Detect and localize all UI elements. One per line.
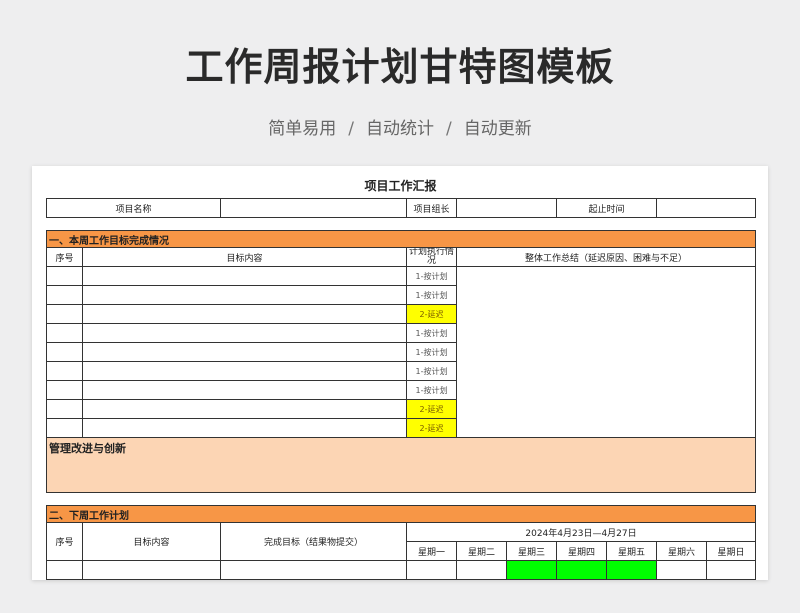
- date-range: 2024年4月23日—4月27日: [405, 522, 757, 542]
- status-cell-delayed[interactable]: 2-延迟: [406, 304, 457, 324]
- status-cell[interactable]: 1-按计划: [406, 380, 457, 400]
- weekday-fri: 星期五: [606, 541, 657, 561]
- weekday-wed: 星期三: [506, 541, 557, 561]
- row-no[interactable]: [46, 323, 83, 343]
- col-status: 计划执行情况: [406, 247, 457, 267]
- gantt-cell-sat[interactable]: [656, 560, 707, 580]
- feature-2: 自动统计: [366, 119, 434, 139]
- feature-1: 简单易用: [268, 119, 337, 139]
- row-content[interactable]: [82, 399, 407, 419]
- row-content[interactable]: [82, 304, 407, 324]
- row-no[interactable]: [46, 304, 83, 324]
- row-no[interactable]: [46, 266, 83, 286]
- row-no[interactable]: [46, 399, 83, 419]
- status-cell[interactable]: 1-按计划: [406, 342, 457, 362]
- section2-title: 二、下周工作计划: [45, 505, 757, 523]
- col-no: 序号: [46, 247, 83, 267]
- leader-label: 项目组长: [406, 198, 457, 218]
- row-content[interactable]: [82, 285, 407, 305]
- status-cell[interactable]: 1-按计划: [406, 285, 457, 305]
- status-cell[interactable]: 1-按计划: [406, 323, 457, 343]
- improvement-cell[interactable]: 管理改进与创新: [46, 437, 756, 493]
- col-content: 目标内容: [82, 522, 221, 561]
- weekday-sun: 星期日: [705, 541, 757, 561]
- row-content[interactable]: [82, 266, 407, 286]
- row-content[interactable]: [82, 560, 221, 580]
- weekday-sat: 星期六: [656, 541, 707, 561]
- row-deliverable[interactable]: [220, 560, 407, 580]
- sheet-title: 项目工作汇报: [364, 179, 437, 193]
- status-cell-delayed[interactable]: 2-延迟: [406, 399, 457, 419]
- gantt-cell-wed[interactable]: [506, 560, 557, 580]
- col-summary: 整体工作总结（延迟原因、困难与不足）: [456, 247, 756, 267]
- row-no[interactable]: [46, 380, 83, 400]
- col-deliverable: 完成目标（结果物提交）: [220, 522, 407, 561]
- feature-tagline: 简单易用 / 自动统计 / 自动更新: [0, 114, 800, 139]
- separator: /: [446, 119, 452, 139]
- project-name-cell[interactable]: [220, 198, 407, 218]
- row-no[interactable]: [46, 342, 83, 362]
- row-content[interactable]: [82, 380, 407, 400]
- row-content[interactable]: [82, 361, 407, 381]
- status-cell-delayed[interactable]: 2-延迟: [406, 418, 457, 438]
- gantt-cell-tue[interactable]: [456, 560, 507, 580]
- row-no[interactable]: [46, 361, 83, 381]
- period-label: 起止时间: [556, 198, 657, 218]
- weekday-tue: 星期二: [456, 541, 507, 561]
- status-cell[interactable]: 1-按计划: [406, 361, 457, 381]
- weekday-thu: 星期四: [556, 541, 607, 561]
- header-table: 项目名称 项目组长 起止时间: [46, 198, 756, 218]
- gantt-cell-sun[interactable]: [705, 560, 757, 580]
- gantt-cell-mon[interactable]: [406, 560, 457, 580]
- section1-table: 一、本周工作目标完成情况 序号 目标内容 计划执行情况 整体工作总结（延迟原因、…: [46, 230, 756, 493]
- page-title: 工作周报计划甘特图模板: [185, 45, 615, 89]
- section2-table: 二、下周工作计划 序号 目标内容 完成目标（结果物提交） 2024年4月23日—…: [45, 505, 757, 580]
- row-content[interactable]: [82, 323, 407, 343]
- separator: /: [348, 119, 354, 139]
- gantt-cell-fri[interactable]: [606, 560, 657, 580]
- summary-cell[interactable]: [456, 266, 756, 438]
- leader-cell[interactable]: [456, 198, 557, 218]
- row-content[interactable]: [82, 342, 407, 362]
- status-cell[interactable]: 1-按计划: [406, 266, 457, 286]
- row-no[interactable]: [46, 285, 83, 305]
- weekday-mon: 星期一: [406, 541, 457, 561]
- row-no[interactable]: [46, 560, 83, 580]
- row-content[interactable]: [82, 418, 407, 438]
- period-cell[interactable]: [656, 198, 756, 218]
- section1-title: 一、本周工作目标完成情况: [46, 230, 756, 248]
- col-content: 目标内容: [82, 247, 407, 267]
- row-no[interactable]: [46, 418, 83, 438]
- project-name-label: 项目名称: [46, 198, 221, 218]
- spreadsheet-preview: 项目工作汇报 项目名称 项目组长 起止时间 一、本周工作目标完成情况 序号 目标…: [32, 166, 768, 580]
- feature-3: 自动更新: [463, 119, 532, 139]
- gantt-cell-thu[interactable]: [556, 560, 607, 580]
- col-no: 序号: [46, 522, 83, 561]
